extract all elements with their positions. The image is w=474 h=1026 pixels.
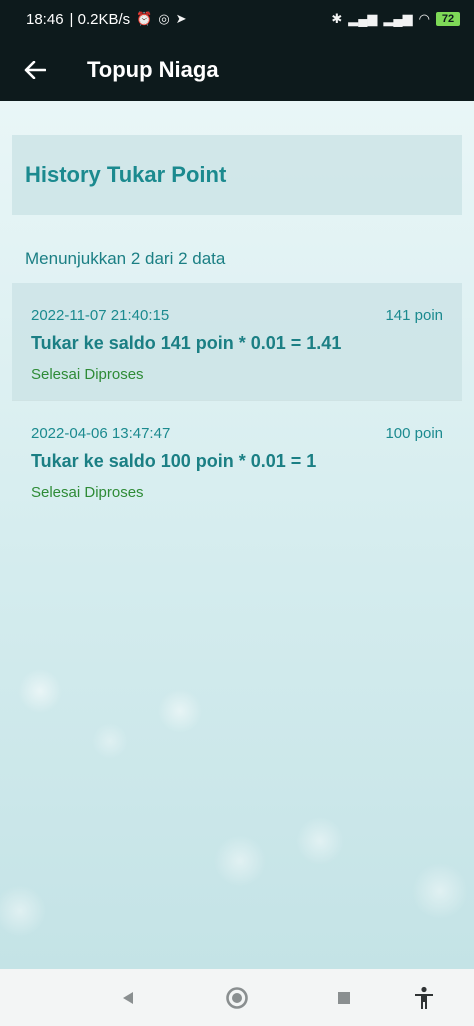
- history-item-date: 2022-04-06 13:47:47: [31, 425, 171, 442]
- history-item-status: Selesai Diproses: [31, 366, 144, 383]
- whatsapp-icon: ◎: [158, 11, 170, 26]
- arrow-left-icon: [24, 60, 46, 79]
- signal-icon: ▂▄▆: [348, 11, 378, 26]
- status-right: ✱ ▂▄▆ ▂▄▆ ◠ 72: [331, 11, 460, 27]
- history-list: 2022-11-07 21:40:15 141 poin Tukar ke sa…: [12, 283, 462, 519]
- history-item[interactable]: 2022-04-06 13:47:47 100 poin Tukar ke sa…: [12, 401, 462, 519]
- history-item[interactable]: 2022-11-07 21:40:15 141 poin Tukar ke sa…: [12, 283, 462, 401]
- page-header-card: History Tukar Point: [12, 135, 462, 215]
- history-item-points: 100 poin: [385, 425, 443, 442]
- status-left: 18:46 | 0.2KB/s ⏰ ◎ ➤: [26, 11, 187, 28]
- system-nav-bar: [0, 969, 474, 1026]
- telegram-icon: ➤: [175, 11, 187, 26]
- battery-icon: 72: [436, 12, 460, 26]
- back-triangle-icon: [123, 991, 133, 1004]
- history-item-header: 2022-11-07 21:40:15 141 poin: [31, 307, 443, 324]
- history-item-title: Tukar ke saldo 100 poin * 0.01 = 1: [31, 451, 317, 471]
- app-bar: Topup Niaga: [0, 38, 474, 101]
- recents-square-icon: [338, 991, 350, 1004]
- home-circle-icon: [226, 986, 248, 1009]
- history-item-header: 2022-04-06 13:47:47 100 poin: [31, 425, 443, 442]
- history-item-title: Tukar ke saldo 141 poin * 0.01 = 1.41: [31, 333, 342, 353]
- signal-icon-2: ▂▄▆: [383, 11, 413, 26]
- nav-home-button[interactable]: [212, 969, 262, 1026]
- network-speed: | 0.2KB/s: [69, 10, 131, 28]
- alarm-icon: ⏰: [136, 11, 153, 26]
- bluetooth-icon: ✱: [331, 11, 343, 26]
- back-button[interactable]: [0, 38, 70, 101]
- history-item-status: Selesai Diproses: [31, 484, 144, 501]
- nav-accessibility-button[interactable]: [399, 969, 449, 1026]
- status-bar: 18:46 | 0.2KB/s ⏰ ◎ ➤ ✱ ▂▄▆ ▂▄▆ ◠ 72: [0, 0, 474, 38]
- nav-back-button[interactable]: [103, 969, 153, 1026]
- data-count-summary: Menunjukkan 2 dari 2 data: [25, 249, 226, 268]
- status-time: 18:46: [26, 10, 64, 28]
- history-item-points: 141 poin: [385, 307, 443, 324]
- history-item-date: 2022-11-07 21:40:15: [31, 307, 170, 324]
- wifi-icon: ◠: [418, 11, 430, 26]
- accessibility-icon: [415, 986, 433, 1009]
- app-title: Topup Niaga: [87, 56, 219, 82]
- main-content: History Tukar Point Menunjukkan 2 dari 2…: [0, 101, 474, 969]
- page-title: History Tukar Point: [25, 162, 227, 187]
- nav-recents-button[interactable]: [319, 969, 369, 1026]
